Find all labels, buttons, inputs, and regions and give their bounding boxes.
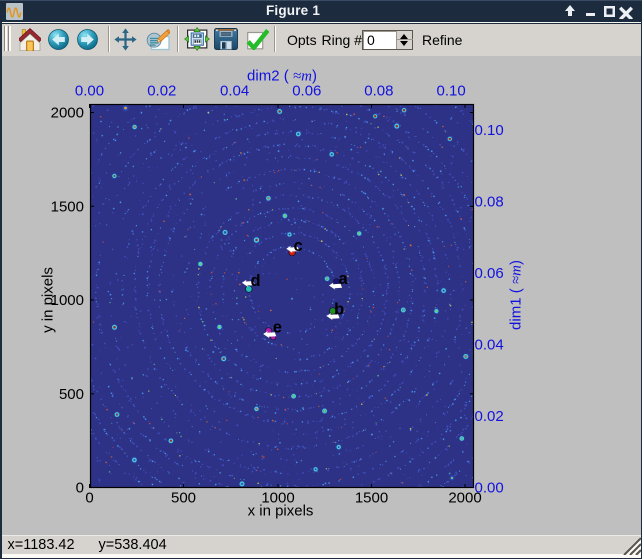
- svg-text:0.08: 0.08: [474, 194, 503, 211]
- svg-text:500: 500: [58, 386, 83, 403]
- svg-text:0.10: 0.10: [436, 83, 465, 100]
- svg-text:c: c: [293, 237, 302, 255]
- svg-text:0: 0: [75, 480, 83, 497]
- svg-text:2000: 2000: [50, 105, 83, 122]
- svg-text:y in pixels: y in pixels: [39, 267, 56, 333]
- svg-text:0.00: 0.00: [474, 480, 503, 497]
- svg-text:500: 500: [170, 490, 195, 507]
- svg-text:1500: 1500: [354, 490, 387, 507]
- svg-text:1500: 1500: [50, 199, 83, 216]
- svg-text:0.02: 0.02: [474, 408, 503, 425]
- svg-text:0.04: 0.04: [219, 83, 248, 100]
- svg-text:0.02: 0.02: [147, 83, 176, 100]
- svg-text:0.04: 0.04: [474, 337, 503, 354]
- svg-text:x in pixels: x in pixels: [247, 503, 313, 520]
- svg-text:0.06: 0.06: [474, 265, 503, 282]
- svg-text:0: 0: [85, 490, 93, 507]
- svg-text:0.00: 0.00: [74, 83, 103, 100]
- svg-text:dim2 ( ≈m): dim2 ( ≈m): [247, 68, 317, 85]
- svg-text:0.08: 0.08: [364, 83, 393, 100]
- svg-text:0.10: 0.10: [474, 122, 503, 139]
- svg-text:a: a: [338, 270, 348, 288]
- svg-text:b: b: [334, 301, 344, 319]
- svg-text:d: d: [250, 272, 260, 290]
- svg-text:dim1 ( ≈m): dim1 ( ≈m): [507, 260, 524, 330]
- svg-text:e: e: [272, 319, 281, 337]
- svg-text:0.06: 0.06: [292, 83, 321, 100]
